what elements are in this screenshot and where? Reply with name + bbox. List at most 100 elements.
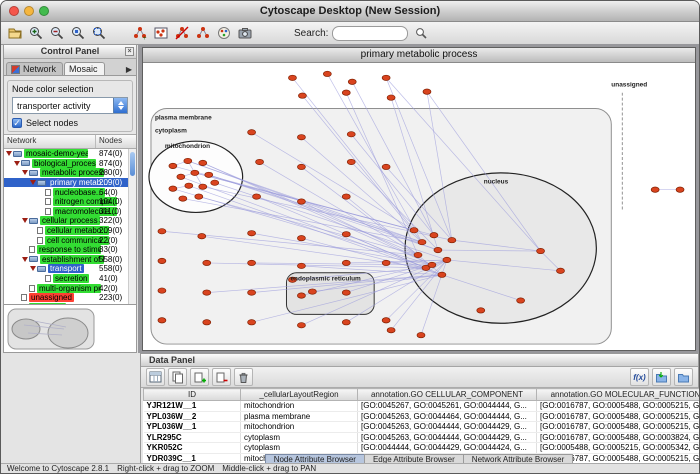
table-cell[interactable]: YJR121W__1 [144, 401, 241, 412]
table-cell[interactable]: mitochondrion [241, 401, 358, 412]
network-node[interactable] [342, 320, 350, 325]
tree-row[interactable]: cellular metabo...209(0) [4, 226, 136, 236]
network-node[interactable] [651, 187, 659, 192]
tree-row[interactable]: establishment of lo558(0) [4, 255, 136, 265]
network-node[interactable] [203, 320, 211, 325]
network-node[interactable] [382, 260, 390, 265]
hide-selected-icon[interactable] [172, 24, 191, 43]
network-node[interactable] [248, 260, 256, 265]
table-row[interactable]: YJR121W__1mitochondrion[GO:0045267, GO:0… [144, 401, 700, 412]
table-cell[interactable]: cytoplasm [241, 432, 358, 443]
table-cell[interactable]: [GO:0044444, GO:0044429, GO:0044424, G..… [358, 443, 537, 454]
tree-row[interactable]: nucleobase...64(0) [4, 187, 136, 197]
network-node[interactable] [158, 318, 166, 323]
table-cell[interactable]: mitochondrion [241, 422, 358, 433]
zoom-fit-icon[interactable] [89, 24, 108, 43]
network-node[interactable] [382, 318, 390, 323]
network-node[interactable] [203, 260, 211, 265]
table-cell[interactable]: [GO:0045263, GO:0044444, GO:0044429, G..… [358, 422, 537, 433]
color-attribute-select[interactable]: transporter activity [12, 97, 128, 114]
table-cell[interactable]: [GO:0016787, GO:0005488, GO:0005215, G..… [537, 401, 700, 412]
title-bar[interactable]: Cytoscape Desktop (New Session) [1, 1, 699, 22]
network-node[interactable] [382, 75, 390, 80]
tree-row[interactable]: cell communica...22(0) [4, 235, 136, 245]
network-node[interactable] [323, 71, 331, 76]
close-window-button[interactable] [9, 6, 19, 16]
expand-icon[interactable] [30, 266, 36, 271]
network-node[interactable] [297, 323, 305, 328]
table-cell[interactable]: [GO:0005488, GO:0005215, GO:0005342, G..… [537, 443, 700, 454]
tree-row[interactable]: nitrogen compo...104(0) [4, 197, 136, 207]
zoom-selected-icon[interactable] [68, 24, 87, 43]
network-node[interactable] [342, 232, 350, 237]
tree-row[interactable]: multi-organism pro42(0) [4, 283, 136, 293]
network-node[interactable] [169, 186, 177, 191]
network-node[interactable] [342, 194, 350, 199]
network-node[interactable] [443, 257, 451, 262]
float-panel-icon[interactable]: × [125, 47, 134, 56]
open-attributes-icon[interactable] [674, 368, 693, 386]
table-cell[interactable]: [GO:0016787, GO:0005488, GO:0005215, G..… [537, 422, 700, 433]
search-options-icon[interactable] [411, 24, 430, 43]
select-nodes-checkbox[interactable]: ✓ [12, 118, 22, 128]
network-node[interactable] [179, 196, 187, 201]
network-node[interactable] [177, 174, 185, 179]
network-node[interactable] [676, 187, 684, 192]
network-node[interactable] [297, 199, 305, 204]
show-graphics-details-icon[interactable]: + [130, 24, 149, 43]
network-node[interactable] [297, 293, 305, 298]
zoom-window-button[interactable] [39, 6, 49, 16]
expand-icon[interactable] [30, 180, 36, 185]
column-header[interactable]: _cellularLayoutRegion [241, 389, 358, 401]
tree-row[interactable]: mosaic-demo-yeast874(0) [4, 149, 136, 159]
expand-icon[interactable] [22, 170, 28, 175]
expand-icon[interactable] [22, 257, 28, 262]
tab-network[interactable]: Network [6, 62, 63, 75]
network-node[interactable] [428, 262, 436, 267]
table-cell[interactable]: [GO:0016787, GO:0005488, GO:0005215, G..… [537, 411, 700, 422]
network-node[interactable] [414, 252, 422, 257]
table-cell[interactable]: YLR295C [144, 432, 241, 443]
network-node[interactable] [288, 75, 296, 80]
table-cell[interactable]: YPL036W__2 [144, 411, 241, 422]
new-attribute-icon[interactable] [190, 368, 209, 386]
network-node[interactable] [347, 132, 355, 137]
network-node[interactable] [191, 170, 199, 175]
tree-row[interactable]: cellular process322(0) [4, 216, 136, 226]
network-node[interactable] [417, 332, 425, 337]
network-node[interactable] [198, 234, 206, 239]
expand-icon[interactable] [6, 151, 12, 156]
tab-mosaic[interactable]: Mosaic [64, 62, 105, 75]
vizmapper-icon[interactable] [214, 24, 233, 43]
network-node[interactable] [248, 130, 256, 135]
network-node[interactable] [253, 194, 261, 199]
table-cell[interactable]: [GO:0045267, GO:0045261, GO:0044444, G..… [358, 401, 537, 412]
table-cell[interactable]: [GO:0016787, GO:0005488, GO:0003824, G..… [537, 432, 700, 443]
zoom-out-icon[interactable] [47, 24, 66, 43]
minimize-window-button[interactable] [24, 6, 34, 16]
network-node[interactable] [477, 308, 485, 313]
network-node[interactable] [438, 272, 446, 277]
network-node[interactable] [248, 231, 256, 236]
table-cell[interactable]: YKR052C [144, 443, 241, 454]
tree-row[interactable]: macromolecule...311(0) [4, 207, 136, 217]
zoom-in-icon[interactable] [26, 24, 45, 43]
network-node[interactable] [297, 235, 305, 240]
network-node[interactable] [387, 95, 395, 100]
network-node[interactable] [557, 268, 565, 273]
search-input[interactable] [332, 26, 408, 41]
copy-attributes-icon[interactable] [168, 368, 187, 386]
network-node[interactable] [195, 194, 203, 199]
table-row[interactable]: YLR295Ccytoplasm[GO:0045263, GO:0044444,… [144, 432, 700, 443]
birdseye-view[interactable] [4, 304, 136, 352]
network-node[interactable] [158, 258, 166, 263]
network-node[interactable] [185, 183, 193, 188]
network-node[interactable] [203, 290, 211, 295]
network-node[interactable] [248, 320, 256, 325]
network-node[interactable] [169, 163, 177, 168]
table-row[interactable]: YPL036W__1mitochondrion[GO:0045263, GO:0… [144, 422, 700, 433]
tree-row[interactable]: response to stimu83(0) [4, 245, 136, 255]
tree-header-nodes[interactable]: Nodes [96, 135, 136, 148]
table-cell[interactable]: cytoplasm [241, 443, 358, 454]
tree-row[interactable]: secretion41(0) [4, 274, 136, 284]
